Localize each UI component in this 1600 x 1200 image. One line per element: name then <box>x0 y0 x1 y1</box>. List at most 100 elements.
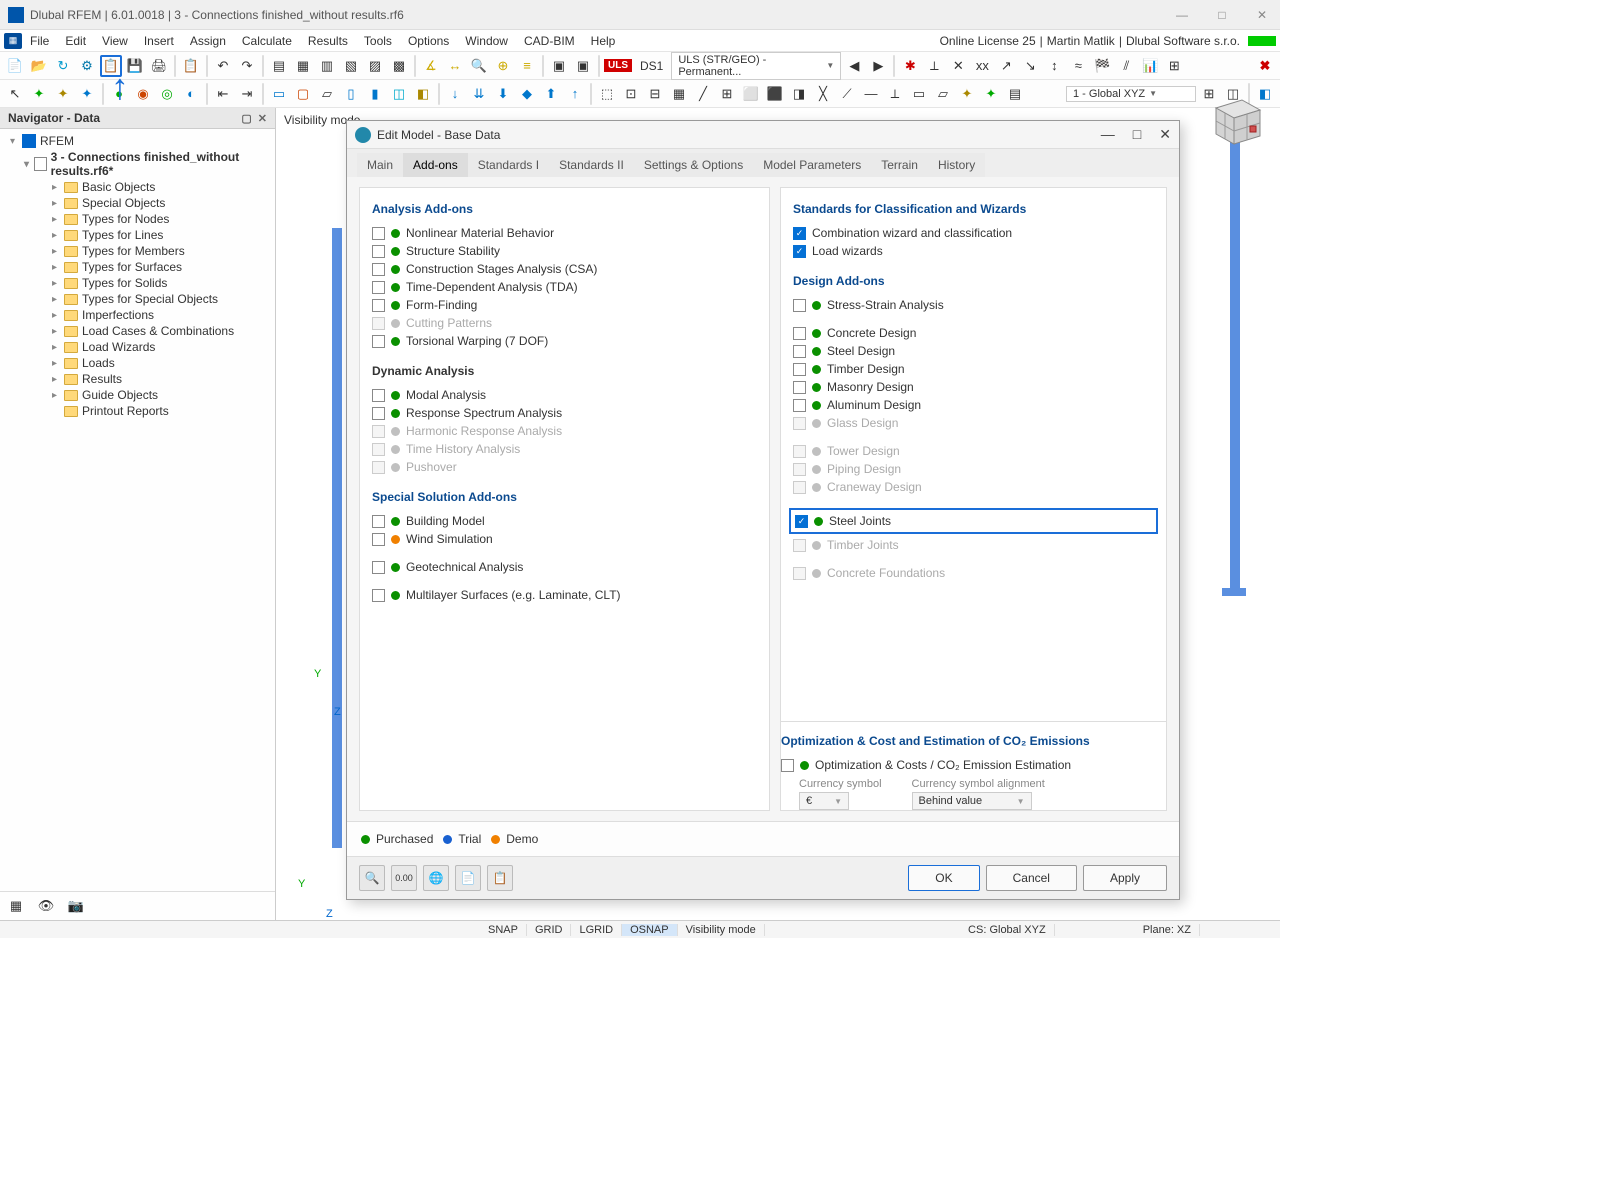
menu-edit[interactable]: Edit <box>57 32 94 50</box>
optimization-checkbox-row[interactable]: Optimization & Costs / CO₂ Emission Esti… <box>781 756 1166 774</box>
currency-alignment-select[interactable]: Behind value▼ <box>912 792 1032 810</box>
standard-checkbox[interactable]: ✓ <box>793 245 806 258</box>
snap-toggle[interactable]: SNAP <box>480 924 527 936</box>
addon-row[interactable]: Geotechnical Analysis <box>372 558 757 576</box>
measure1-icon[interactable]: ∡ <box>420 55 442 77</box>
tree-item[interactable]: ▸Load Wizards <box>50 339 271 355</box>
sel16-icon[interactable]: ✦ <box>956 83 978 105</box>
load2-icon[interactable]: ⇊ <box>468 83 490 105</box>
menu-results[interactable]: Results <box>300 32 356 50</box>
addon-checkbox[interactable] <box>372 263 385 276</box>
sel2-icon[interactable]: ⊡ <box>620 83 642 105</box>
sel10-icon[interactable]: ╳ <box>812 83 834 105</box>
cancel-button[interactable]: Cancel <box>986 865 1077 891</box>
navigator-tree[interactable]: ▾ RFEM ▾ 3 - Connections finished_withou… <box>0 129 275 891</box>
layers2-icon[interactable]: ▣ <box>572 55 594 77</box>
node2-icon[interactable]: ◉ <box>132 83 154 105</box>
sect2-icon[interactable]: ▢ <box>292 83 314 105</box>
addon-row[interactable]: Wind Simulation <box>372 530 757 548</box>
tab-model-parameters[interactable]: Model Parameters <box>753 153 871 177</box>
addon-checkbox[interactable] <box>793 399 806 412</box>
load4-icon[interactable]: ◆ <box>516 83 538 105</box>
table1-icon[interactable]: ▤ <box>268 55 290 77</box>
gear-icon[interactable]: ⚙ <box>76 55 98 77</box>
res2-icon[interactable]: ⟂ <box>923 55 945 77</box>
tree-item[interactable]: ▸Basic Objects <box>50 179 271 195</box>
table5-icon[interactable]: ▨ <box>364 55 386 77</box>
addon-checkbox[interactable] <box>793 327 806 340</box>
zoom-icon[interactable]: 🔍 <box>468 55 490 77</box>
nav-close-icon[interactable]: ✕ <box>258 112 267 125</box>
refresh-icon[interactable]: ↻ <box>52 55 74 77</box>
footer-doc-icon[interactable]: 📄 <box>455 865 481 891</box>
sect6-icon[interactable]: ◫ <box>388 83 410 105</box>
addon-checkbox[interactable] <box>793 299 806 312</box>
tree-item[interactable]: ▸Loads <box>50 355 271 371</box>
tree-item[interactable]: ▸Types for Lines <box>50 227 271 243</box>
dialog-close-icon[interactable]: ✕ <box>1159 126 1171 143</box>
load6-icon[interactable]: ↑ <box>564 83 586 105</box>
tree-item[interactable]: ▸Types for Special Objects <box>50 291 271 307</box>
addon-checkbox[interactable] <box>372 281 385 294</box>
res10-icon[interactable]: ⫽ <box>1115 55 1137 77</box>
tab-main[interactable]: Main <box>357 153 403 177</box>
addon-row[interactable]: Form-Finding <box>372 296 757 314</box>
sel11-icon[interactable]: ⟋ <box>836 83 858 105</box>
ok-button[interactable]: OK <box>908 865 979 891</box>
sel6-icon[interactable]: ⊞ <box>716 83 738 105</box>
zoom-all-icon[interactable]: ⊕ <box>492 55 514 77</box>
sect4-icon[interactable]: ▯ <box>340 83 362 105</box>
star1-icon[interactable]: ✦ <box>28 83 50 105</box>
sel18-icon[interactable]: ▤ <box>1004 83 1026 105</box>
addon-row[interactable]: Multilayer Surfaces (e.g. Laminate, CLT) <box>372 586 757 604</box>
addon-checkbox[interactable] <box>793 381 806 394</box>
sel15-icon[interactable]: ▱ <box>932 83 954 105</box>
addon-row[interactable]: Nonlinear Material Behavior <box>372 224 757 242</box>
sel8-icon[interactable]: ⬛ <box>764 83 786 105</box>
currency-symbol-select[interactable]: €▼ <box>799 792 849 810</box>
grid-toggle[interactable]: GRID <box>527 924 572 936</box>
addon-checkbox[interactable] <box>793 363 806 376</box>
tree-item[interactable]: ▸Types for Members <box>50 243 271 259</box>
standard-row[interactable]: ✓Load wizards <box>793 242 1154 260</box>
addon-row[interactable]: Torsional Warping (7 DOF) <box>372 332 757 350</box>
addon-row[interactable]: Modal Analysis <box>372 386 757 404</box>
sel4-icon[interactable]: ▦ <box>668 83 690 105</box>
node1-icon[interactable]: ● <box>108 83 130 105</box>
addon-row[interactable]: Stress-Strain Analysis <box>793 296 1154 314</box>
table4-icon[interactable]: ▧ <box>340 55 362 77</box>
view-cube-widget[interactable] <box>1202 90 1266 154</box>
sect7-icon[interactable]: ◧ <box>412 83 434 105</box>
sect3-icon[interactable]: ▱ <box>316 83 338 105</box>
addon-row[interactable]: ✓Steel Joints <box>795 512 1152 530</box>
optimization-checkbox[interactable] <box>781 759 794 772</box>
tree-item[interactable]: ▸Types for Nodes <box>50 211 271 227</box>
tree-item[interactable]: ▸Special Objects <box>50 195 271 211</box>
sel12-icon[interactable]: ― <box>860 83 882 105</box>
addon-row[interactable]: Timber Design <box>793 360 1154 378</box>
menu-cad-bim[interactable]: CAD-BIM <box>516 32 583 50</box>
menu-view[interactable]: View <box>94 32 136 50</box>
maximize-button[interactable]: □ <box>1212 8 1232 22</box>
sect5-icon[interactable]: ▮ <box>364 83 386 105</box>
layers1-icon[interactable]: ▣ <box>548 55 570 77</box>
nav-layers-icon[interactable]: ▦ <box>4 896 28 916</box>
redo-icon[interactable]: ↷ <box>236 55 258 77</box>
open-icon[interactable]: 📂 <box>28 55 50 77</box>
sel14-icon[interactable]: ▭ <box>908 83 930 105</box>
sel5-icon[interactable]: ╱ <box>692 83 714 105</box>
addon-checkbox[interactable] <box>372 245 385 258</box>
res6-icon[interactable]: ↘ <box>1019 55 1041 77</box>
menu-window[interactable]: Window <box>457 32 516 50</box>
addon-checkbox[interactable]: ✓ <box>795 515 808 528</box>
nav-pin-icon[interactable]: ▢ <box>241 112 251 125</box>
paste-icon[interactable]: 📋 <box>180 55 202 77</box>
load3-icon[interactable]: ⬇ <box>492 83 514 105</box>
tree-root-rfem[interactable]: ▾ RFEM <box>8 133 271 149</box>
coord-system-combo[interactable]: 1 - Global XYZ▼ <box>1066 86 1196 102</box>
sel17-icon[interactable]: ✦ <box>980 83 1002 105</box>
tree-item[interactable]: ▸Types for Solids <box>50 275 271 291</box>
addon-row[interactable]: Construction Stages Analysis (CSA) <box>372 260 757 278</box>
addon-checkbox[interactable] <box>372 515 385 528</box>
res1-icon[interactable]: ✱ <box>899 55 921 77</box>
